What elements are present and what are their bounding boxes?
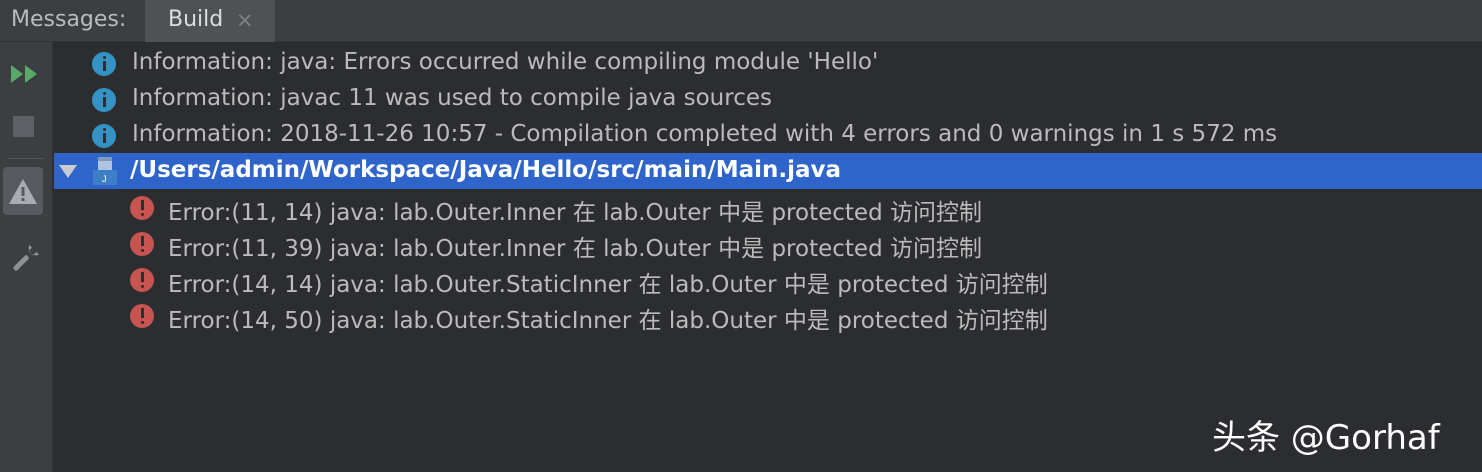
error-message-row[interactable]: Error:(14, 50) java: lab.Outer.StaticInn… <box>54 297 1482 334</box>
stop-button[interactable] <box>0 102 52 150</box>
info-icon <box>92 52 116 76</box>
messages-tree: Information: java: Errors occurred while… <box>54 42 1482 472</box>
info-icon <box>92 124 116 148</box>
info-icon <box>92 88 116 112</box>
error-icon <box>130 196 154 220</box>
file-path: /Users/admin/Workspace/Java/Hello/src/ma… <box>130 157 842 183</box>
show-warnings-toggle[interactable] <box>3 167 43 215</box>
rerun-icon <box>11 65 37 83</box>
side-toolbar <box>0 42 53 472</box>
wrench-icon <box>13 244 40 271</box>
error-message-text: Error:(11, 14) java: lab.Outer.Inner 在 l… <box>168 200 982 226</box>
svg-text:J: J <box>102 174 107 184</box>
watermark: 头条 @Gorhaf <box>1212 418 1440 458</box>
error-message-row[interactable]: Error:(11, 39) java: lab.Outer.Inner 在 l… <box>54 225 1482 262</box>
info-message-row[interactable]: Information: 2018-11-26 10:57 - Compilat… <box>54 117 1482 153</box>
java-file-icon: J <box>93 157 117 185</box>
tool-window-header: Messages: Build × <box>0 0 1482 42</box>
file-tree-node-selected[interactable]: J /Users/admin/Workspace/Java/Hello/src/… <box>54 153 1482 189</box>
info-message-text: Information: java: Errors occurred while… <box>132 49 879 75</box>
error-icon <box>130 268 154 292</box>
toolbar-separator <box>8 158 44 159</box>
error-message-row[interactable]: Error:(14, 14) java: lab.Outer.StaticInn… <box>54 261 1482 298</box>
info-message-row[interactable]: Information: javac 11 was used to compil… <box>54 81 1482 117</box>
error-icon <box>130 232 154 256</box>
warning-icon <box>9 179 37 204</box>
info-message-row[interactable]: Information: java: Errors occurred while… <box>54 45 1482 81</box>
tool-window-title: Messages: <box>11 7 127 32</box>
rerun-button[interactable] <box>0 50 52 98</box>
chevron-down-icon[interactable] <box>59 165 77 178</box>
error-icon <box>130 304 154 328</box>
tab-build-label: Build <box>168 7 224 32</box>
error-message-text: Error:(14, 50) java: lab.Outer.StaticInn… <box>168 308 1048 334</box>
error-message-row[interactable]: Error:(11, 14) java: lab.Outer.Inner 在 l… <box>54 189 1482 226</box>
info-message-text: Information: 2018-11-26 10:57 - Compilat… <box>132 121 1278 147</box>
tab-build[interactable]: Build × <box>145 0 275 42</box>
settings-button[interactable] <box>0 235 52 283</box>
error-message-text: Error:(14, 14) java: lab.Outer.StaticInn… <box>168 272 1048 298</box>
stop-icon <box>13 116 34 137</box>
close-icon[interactable]: × <box>236 8 254 32</box>
error-message-text: Error:(11, 39) java: lab.Outer.Inner 在 l… <box>168 236 982 262</box>
info-message-text: Information: javac 11 was used to compil… <box>132 85 772 111</box>
